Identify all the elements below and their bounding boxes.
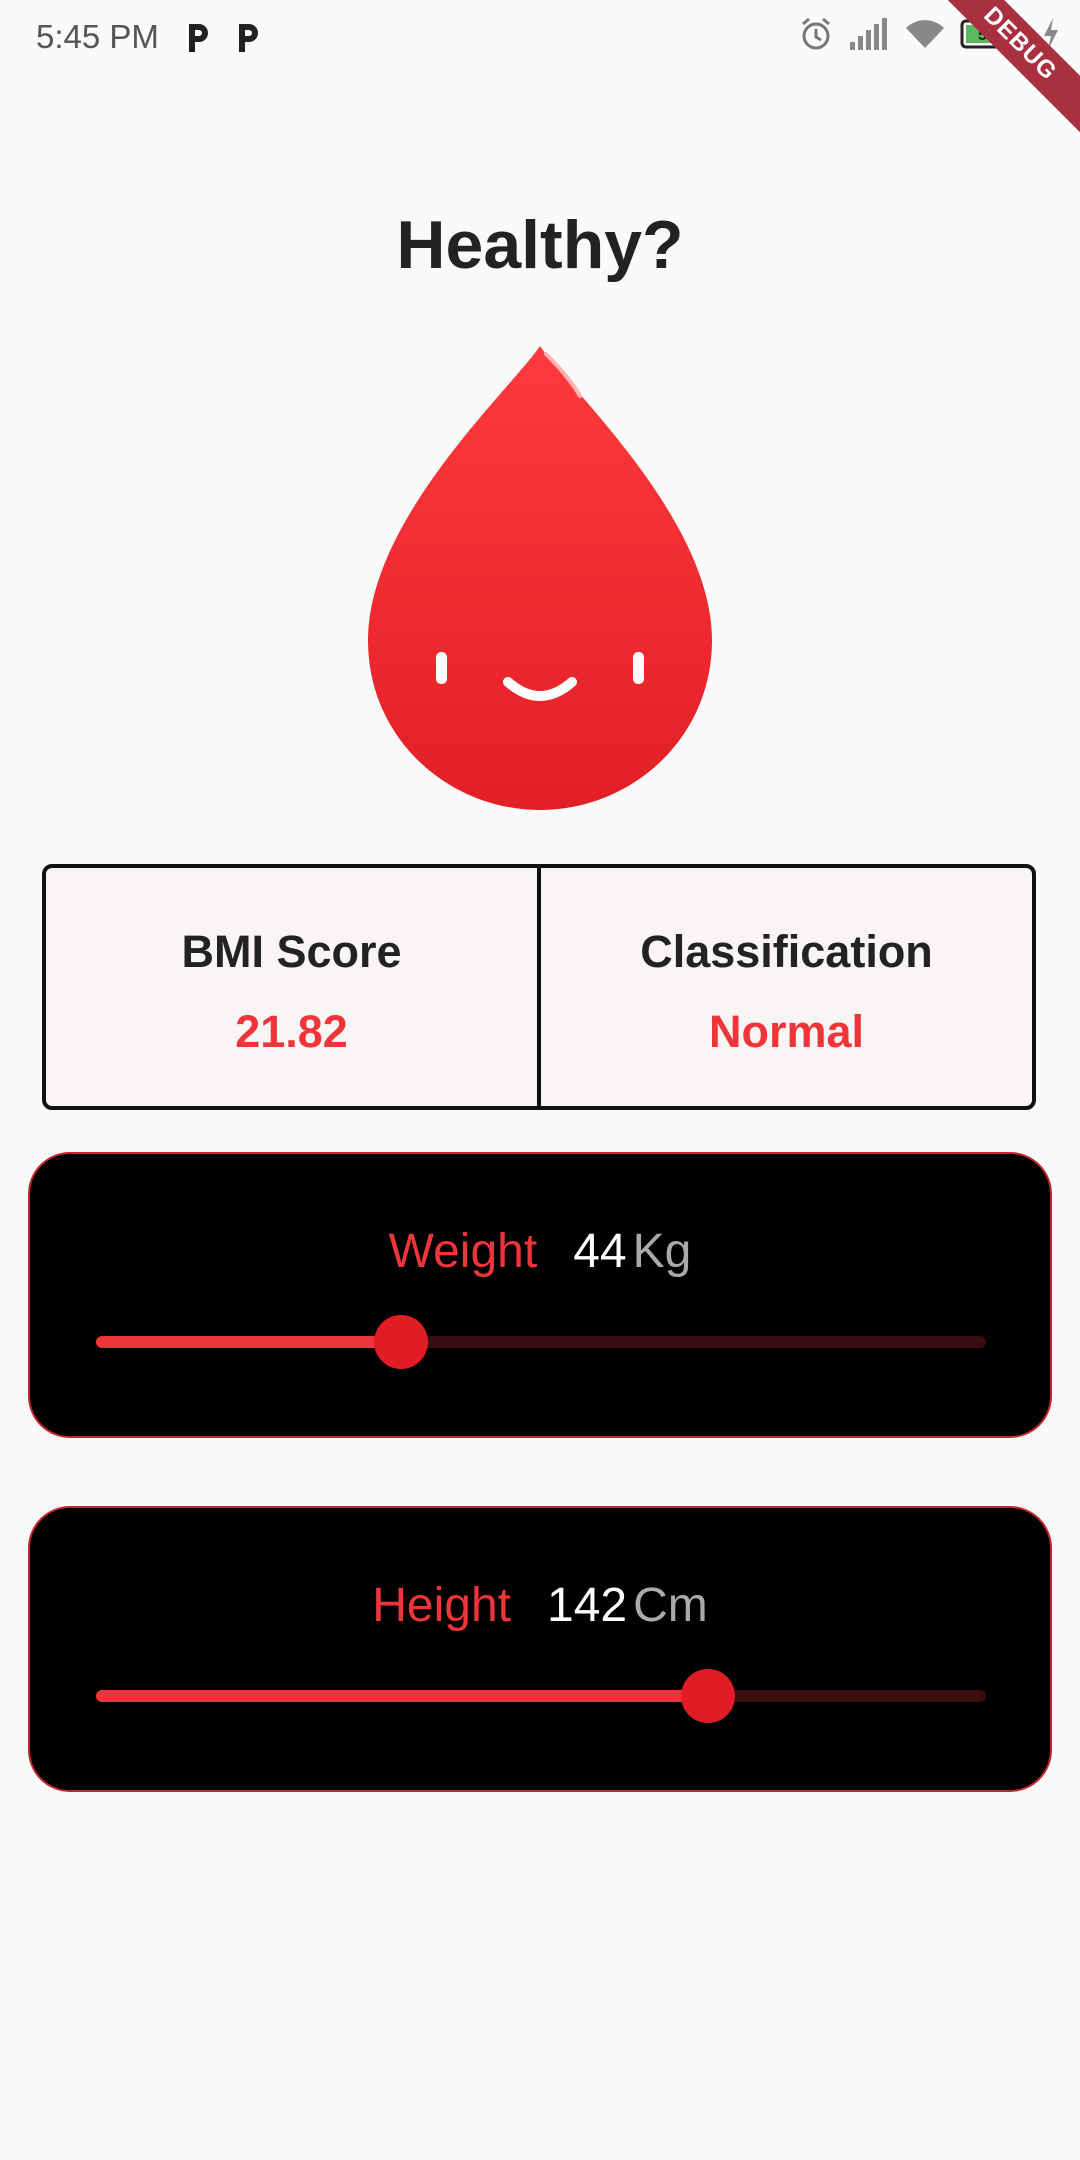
weight-value: 44: [573, 1225, 627, 1278]
height-value: 142: [547, 1579, 628, 1632]
status-bar: 5:45 PM 51: [0, 0, 1080, 80]
weight-unit: Kg: [632, 1225, 692, 1278]
weight-slider-card: Weight 44 Kg: [28, 1152, 1052, 1438]
height-slider-card: Height 142 Cm: [28, 1506, 1052, 1792]
classification-label: Classification: [640, 926, 933, 977]
height-slider[interactable]: [96, 1669, 986, 1723]
classification-value: Normal: [708, 1006, 865, 1057]
height-unit: Cm: [633, 1579, 708, 1632]
notification-icons: [183, 20, 261, 56]
page-title: Healthy?: [396, 207, 684, 283]
wifi-icon: [906, 20, 944, 48]
weight-slider-thumb[interactable]: [374, 1315, 429, 1369]
height-header: Height 142 Cm: [30, 1578, 1050, 1633]
weight-label: Weight: [388, 1225, 538, 1278]
weight-slider-fill: [96, 1336, 402, 1348]
bmi-score-cell: BMI Score 21.82: [46, 868, 537, 1106]
classification-cell: Classification Normal: [537, 868, 1032, 1106]
height-slider-fill: [96, 1690, 709, 1702]
parking-notification-icon: [239, 24, 258, 52]
weight-header: Weight 44 Kg: [30, 1224, 1050, 1279]
weight-slider[interactable]: [96, 1315, 986, 1369]
cellular-signal-icon: [850, 18, 887, 50]
bmi-score-label: BMI Score: [181, 926, 402, 977]
blood-drop-mascot-icon: [368, 346, 712, 810]
height-slider-thumb[interactable]: [681, 1669, 736, 1723]
bmi-result-panel: BMI Score 21.82 Classification Normal: [42, 864, 1036, 1110]
status-time: 5:45 PM: [36, 18, 159, 55]
height-label: Height: [372, 1579, 511, 1632]
alarm-icon: [802, 17, 830, 50]
parking-notification-icon: [189, 24, 208, 52]
bmi-score-value: 21.82: [235, 1006, 348, 1057]
